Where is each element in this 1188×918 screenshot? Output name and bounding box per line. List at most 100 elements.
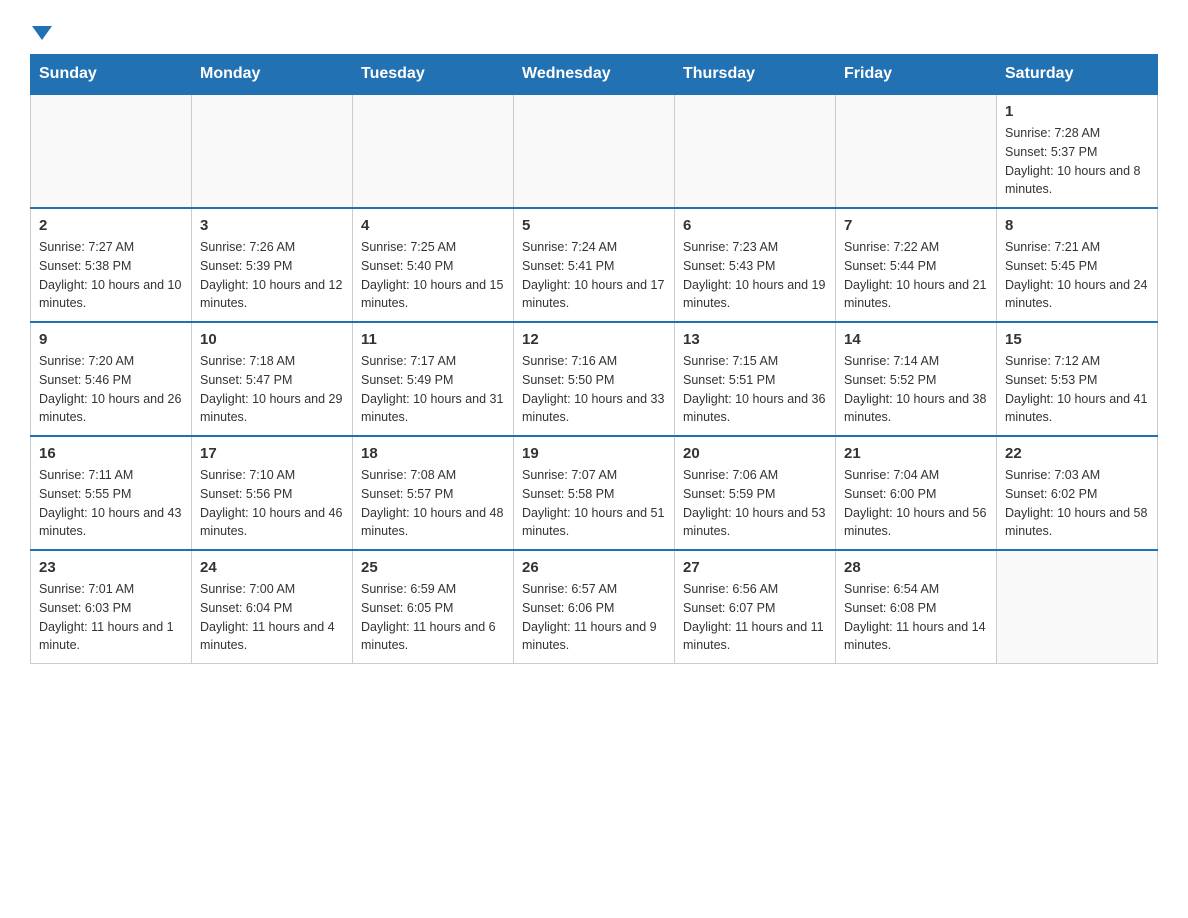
calendar-cell: 12 Sunrise: 7:16 AM Sunset: 5:50 PM Dayli… xyxy=(514,322,675,436)
day-number: 1 xyxy=(1005,103,1149,120)
calendar-cell: 22 Sunrise: 7:03 AM Sunset: 6:02 PM Dayli… xyxy=(997,436,1158,550)
calendar-cell: 7 Sunrise: 7:22 AM Sunset: 5:44 PM Daylig… xyxy=(836,208,997,322)
calendar-cell: 20Sunrise: 7:06 AM Sunset: 5:59 PM Dayli… xyxy=(675,436,836,550)
calendar-cell: 26 Sunrise: 6:57 AM Sunset: 6:06 PM Dayli… xyxy=(514,550,675,664)
day-number: 2 xyxy=(39,217,183,234)
day-header-saturday: Saturday xyxy=(997,55,1158,95)
day-info: Sunrise: 7:17 AM Sunset: 5:49 PM Dayligh… xyxy=(361,352,505,427)
calendar-week-row: 16 Sunrise: 7:11 AM Sunset: 5:55 PM Dayli… xyxy=(31,436,1158,550)
day-header-tuesday: Tuesday xyxy=(353,55,514,95)
day-header-thursday: Thursday xyxy=(675,55,836,95)
day-info: Sunrise: 6:57 AM Sunset: 6:06 PM Dayligh… xyxy=(522,580,666,655)
day-number: 16 xyxy=(39,445,183,462)
day-info: Sunrise: 7:27 AM Sunset: 5:38 PM Dayligh… xyxy=(39,238,183,313)
day-header-sunday: Sunday xyxy=(31,55,192,95)
calendar-cell: 15 Sunrise: 7:12 AM Sunset: 5:53 PM Dayli… xyxy=(997,322,1158,436)
day-number: 5 xyxy=(522,217,666,234)
day-info: Sunrise: 7:18 AM Sunset: 5:47 PM Dayligh… xyxy=(200,352,344,427)
day-number: 25 xyxy=(361,559,505,576)
calendar-cell: 8Sunrise: 7:21 AM Sunset: 5:45 PM Daylig… xyxy=(997,208,1158,322)
day-info: Sunrise: 7:14 AM Sunset: 5:52 PM Dayligh… xyxy=(844,352,988,427)
day-number: 26 xyxy=(522,559,666,576)
calendar-header-row: SundayMondayTuesdayWednesdayThursdayFrid… xyxy=(31,55,1158,95)
day-info: Sunrise: 7:07 AM Sunset: 5:58 PM Dayligh… xyxy=(522,466,666,541)
day-header-friday: Friday xyxy=(836,55,997,95)
calendar-cell xyxy=(353,94,514,208)
calendar-cell: 24 Sunrise: 7:00 AM Sunset: 6:04 PM Dayli… xyxy=(192,550,353,664)
day-info: Sunrise: 7:15 AM Sunset: 5:51 PM Dayligh… xyxy=(683,352,827,427)
day-info: Sunrise: 7:10 AM Sunset: 5:56 PM Dayligh… xyxy=(200,466,344,541)
calendar-cell: 5 Sunrise: 7:24 AM Sunset: 5:41 PM Daylig… xyxy=(514,208,675,322)
day-number: 14 xyxy=(844,331,988,348)
calendar-cell: 14 Sunrise: 7:14 AM Sunset: 5:52 PM Dayli… xyxy=(836,322,997,436)
day-header-monday: Monday xyxy=(192,55,353,95)
day-number: 9 xyxy=(39,331,183,348)
day-info: Sunrise: 6:56 AM Sunset: 6:07 PM Dayligh… xyxy=(683,580,827,655)
day-info: Sunrise: 7:24 AM Sunset: 5:41 PM Dayligh… xyxy=(522,238,666,313)
day-info: Sunrise: 7:28 AM Sunset: 5:37 PM Dayligh… xyxy=(1005,124,1149,199)
day-info: Sunrise: 7:01 AM Sunset: 6:03 PM Dayligh… xyxy=(39,580,183,655)
calendar-cell: 13Sunrise: 7:15 AM Sunset: 5:51 PM Dayli… xyxy=(675,322,836,436)
calendar-week-row: 9 Sunrise: 7:20 AM Sunset: 5:46 PM Daylig… xyxy=(31,322,1158,436)
day-number: 19 xyxy=(522,445,666,462)
day-number: 12 xyxy=(522,331,666,348)
logo-triangle-icon xyxy=(32,26,52,40)
day-number: 7 xyxy=(844,217,988,234)
day-number: 11 xyxy=(361,331,505,348)
day-number: 24 xyxy=(200,559,344,576)
calendar-cell: 4Sunrise: 7:25 AM Sunset: 5:40 PM Daylig… xyxy=(353,208,514,322)
day-info: Sunrise: 7:11 AM Sunset: 5:55 PM Dayligh… xyxy=(39,466,183,541)
calendar-cell: 3 Sunrise: 7:26 AM Sunset: 5:39 PM Daylig… xyxy=(192,208,353,322)
day-number: 4 xyxy=(361,217,505,234)
calendar-cell xyxy=(997,550,1158,664)
day-number: 17 xyxy=(200,445,344,462)
day-info: Sunrise: 7:20 AM Sunset: 5:46 PM Dayligh… xyxy=(39,352,183,427)
calendar-cell: 23 Sunrise: 7:01 AM Sunset: 6:03 PM Dayli… xyxy=(31,550,192,664)
day-number: 18 xyxy=(361,445,505,462)
calendar-cell: 25 Sunrise: 6:59 AM Sunset: 6:05 PM Dayli… xyxy=(353,550,514,664)
day-info: Sunrise: 6:59 AM Sunset: 6:05 PM Dayligh… xyxy=(361,580,505,655)
calendar-cell: 11 Sunrise: 7:17 AM Sunset: 5:49 PM Dayli… xyxy=(353,322,514,436)
day-info: Sunrise: 7:16 AM Sunset: 5:50 PM Dayligh… xyxy=(522,352,666,427)
logo xyxy=(30,20,52,44)
day-info: Sunrise: 7:23 AM Sunset: 5:43 PM Dayligh… xyxy=(683,238,827,313)
page-header xyxy=(30,20,1158,44)
day-info: Sunrise: 7:21 AM Sunset: 5:45 PM Dayligh… xyxy=(1005,238,1149,313)
day-info: Sunrise: 7:00 AM Sunset: 6:04 PM Dayligh… xyxy=(200,580,344,655)
calendar-cell xyxy=(192,94,353,208)
calendar-table: SundayMondayTuesdayWednesdayThursdayFrid… xyxy=(30,54,1158,664)
calendar-cell: 9 Sunrise: 7:20 AM Sunset: 5:46 PM Daylig… xyxy=(31,322,192,436)
calendar-cell: 6 Sunrise: 7:23 AM Sunset: 5:43 PM Daylig… xyxy=(675,208,836,322)
day-info: Sunrise: 7:12 AM Sunset: 5:53 PM Dayligh… xyxy=(1005,352,1149,427)
day-number: 6 xyxy=(683,217,827,234)
calendar-cell xyxy=(675,94,836,208)
calendar-cell: 27 Sunrise: 6:56 AM Sunset: 6:07 PM Dayli… xyxy=(675,550,836,664)
calendar-cell: 19 Sunrise: 7:07 AM Sunset: 5:58 PM Dayli… xyxy=(514,436,675,550)
day-number: 27 xyxy=(683,559,827,576)
calendar-cell: 21Sunrise: 7:04 AM Sunset: 6:00 PM Dayli… xyxy=(836,436,997,550)
calendar-cell xyxy=(836,94,997,208)
day-info: Sunrise: 7:22 AM Sunset: 5:44 PM Dayligh… xyxy=(844,238,988,313)
calendar-cell: 10 Sunrise: 7:18 AM Sunset: 5:47 PM Dayli… xyxy=(192,322,353,436)
calendar-cell: 2 Sunrise: 7:27 AM Sunset: 5:38 PM Daylig… xyxy=(31,208,192,322)
day-header-wednesday: Wednesday xyxy=(514,55,675,95)
day-number: 21 xyxy=(844,445,988,462)
day-number: 22 xyxy=(1005,445,1149,462)
day-info: Sunrise: 7:06 AM Sunset: 5:59 PM Dayligh… xyxy=(683,466,827,541)
calendar-cell: 1 Sunrise: 7:28 AM Sunset: 5:37 PM Daylig… xyxy=(997,94,1158,208)
day-number: 3 xyxy=(200,217,344,234)
calendar-cell: 17 Sunrise: 7:10 AM Sunset: 5:56 PM Dayli… xyxy=(192,436,353,550)
calendar-cell: 18 Sunrise: 7:08 AM Sunset: 5:57 PM Dayli… xyxy=(353,436,514,550)
calendar-cell: 16 Sunrise: 7:11 AM Sunset: 5:55 PM Dayli… xyxy=(31,436,192,550)
calendar-cell: 28Sunrise: 6:54 AM Sunset: 6:08 PM Dayli… xyxy=(836,550,997,664)
calendar-cell xyxy=(514,94,675,208)
calendar-week-row: 2 Sunrise: 7:27 AM Sunset: 5:38 PM Daylig… xyxy=(31,208,1158,322)
day-number: 23 xyxy=(39,559,183,576)
day-number: 15 xyxy=(1005,331,1149,348)
day-info: Sunrise: 7:08 AM Sunset: 5:57 PM Dayligh… xyxy=(361,466,505,541)
day-info: Sunrise: 6:54 AM Sunset: 6:08 PM Dayligh… xyxy=(844,580,988,655)
day-number: 10 xyxy=(200,331,344,348)
day-info: Sunrise: 7:26 AM Sunset: 5:39 PM Dayligh… xyxy=(200,238,344,313)
calendar-week-row: 23 Sunrise: 7:01 AM Sunset: 6:03 PM Dayli… xyxy=(31,550,1158,664)
day-info: Sunrise: 7:03 AM Sunset: 6:02 PM Dayligh… xyxy=(1005,466,1149,541)
